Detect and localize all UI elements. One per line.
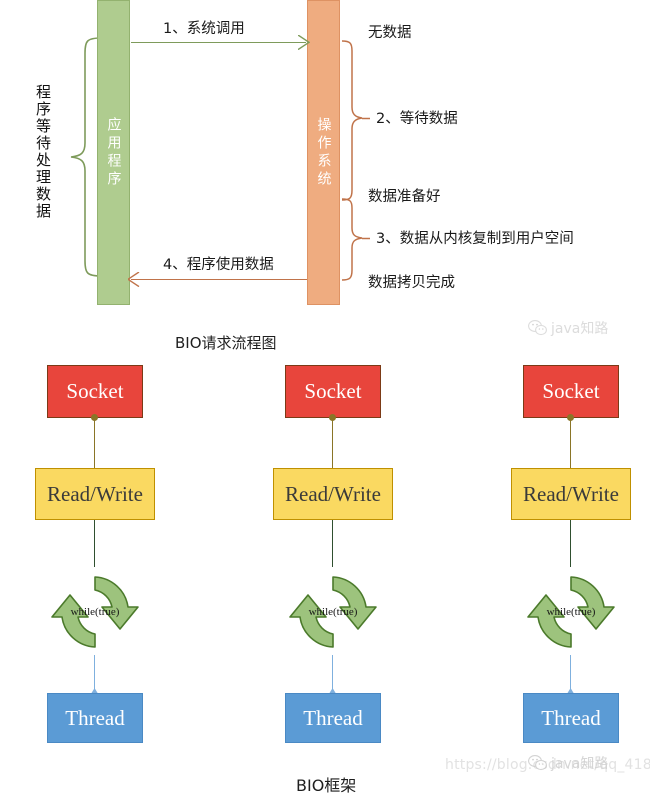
cyclic-arrow-icon xyxy=(527,576,615,648)
right-brace-copy xyxy=(341,198,370,281)
readwrite-box: Read/Write xyxy=(35,468,155,520)
readwrite-label: Read/Write xyxy=(285,481,381,506)
readwrite-box: Read/Write xyxy=(273,468,393,520)
lifeline-operating-system-label: 操作系统 xyxy=(315,116,332,189)
thread-label: Thread xyxy=(541,705,601,730)
wechat-icon xyxy=(528,755,547,771)
readwrite-label: Read/Write xyxy=(523,481,619,506)
connector-readwrite-to-loop xyxy=(94,520,95,567)
thread-box: Thread xyxy=(523,693,619,743)
diagram-canvas: 程序等待处理数据 应用程序 操作系统 1、系统调用 4、程序使用数据 无数据 2… xyxy=(0,0,650,799)
watermark-top-right: java知路 xyxy=(528,318,608,338)
lifeline-operating-system: 操作系统 xyxy=(307,0,340,305)
connector-readwrite-to-loop xyxy=(332,520,333,567)
while-true-loop: while(true) xyxy=(50,567,140,657)
watermark-bottom-right: java知路 xyxy=(528,753,608,773)
cyclic-arrow-icon xyxy=(51,576,139,648)
watermark-brand-label: java知路 xyxy=(551,756,609,772)
socket-label: Socket xyxy=(66,379,124,403)
lifeline-application: 应用程序 xyxy=(97,0,130,305)
wechat-icon xyxy=(528,320,547,336)
left-wait-label: 程序等待处理数据 xyxy=(34,84,52,220)
label-wait-data: 2、等待数据 xyxy=(376,111,458,127)
while-true-loop: while(true) xyxy=(526,567,616,657)
message-4-line xyxy=(131,279,307,280)
bio-flow-title: BIO请求流程图 xyxy=(175,334,277,352)
socket-label: Socket xyxy=(542,379,600,403)
thread-box: Thread xyxy=(47,693,143,743)
connector-readwrite-to-loop xyxy=(570,520,571,567)
message-1-line xyxy=(131,42,306,43)
socket-box: Socket xyxy=(523,365,619,418)
socket-box: Socket xyxy=(285,365,381,418)
while-true-loop: while(true) xyxy=(288,567,378,657)
socket-box: Socket xyxy=(47,365,143,418)
label-no-data: 无数据 xyxy=(368,25,412,41)
right-brace-wait xyxy=(341,40,370,201)
label-data-ready: 数据准备好 xyxy=(368,189,441,205)
label-copy-done: 数据拷贝完成 xyxy=(368,275,455,291)
lifeline-application-label: 应用程序 xyxy=(105,116,122,189)
label-copy-kernel-to-user: 3、数据从内核复制到用户空间 xyxy=(376,231,574,247)
connector-socket-to-readwrite xyxy=(94,418,95,468)
connector-socket-to-readwrite xyxy=(570,418,571,468)
message-1-label: 1、系统调用 xyxy=(163,21,245,37)
thread-label: Thread xyxy=(65,705,125,730)
thread-label: Thread xyxy=(303,705,363,730)
watermark-brand-label: java知路 xyxy=(551,321,609,337)
socket-label: Socket xyxy=(304,379,362,403)
cyclic-arrow-icon xyxy=(289,576,377,648)
connector-socket-to-readwrite xyxy=(332,418,333,468)
message-1-arrowhead xyxy=(298,35,310,50)
bio-framework-title: BIO框架 xyxy=(296,776,357,795)
readwrite-box: Read/Write xyxy=(511,468,631,520)
readwrite-label: Read/Write xyxy=(47,481,143,506)
message-4-label: 4、程序使用数据 xyxy=(163,257,274,273)
thread-box: Thread xyxy=(285,693,381,743)
message-4-arrowhead xyxy=(128,272,140,287)
